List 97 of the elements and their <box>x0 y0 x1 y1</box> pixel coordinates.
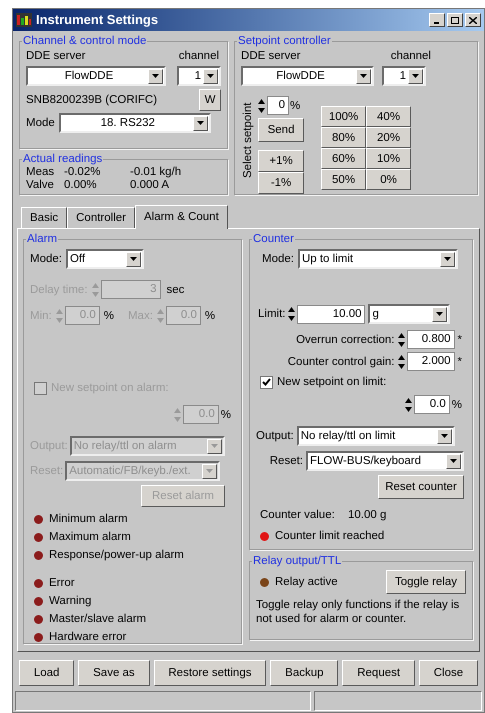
label: Output: <box>256 429 294 443</box>
label: DDE server <box>26 49 86 63</box>
label: Limit: <box>258 307 286 321</box>
checkbox[interactable] <box>260 376 273 388</box>
status-label: Minimum alarm <box>49 512 128 526</box>
close-button[interactable] <box>465 13 481 27</box>
dropdown-field[interactable]: FLOW-BUS/keyboard <box>306 451 464 471</box>
group-title: Alarm <box>26 232 58 246</box>
relay-note: Toggle relay only functions if the relay is not used for alarm or counter. <box>256 598 460 626</box>
minimize-button[interactable] <box>429 13 445 27</box>
label: % <box>104 308 114 322</box>
step-button[interactable]: -1% <box>258 172 304 194</box>
footer-button[interactable]: Request <box>342 660 415 686</box>
preset-button[interactable]: 50% <box>321 169 366 190</box>
group-title: Counter <box>252 232 295 246</box>
label: 10.00 g <box>348 508 386 522</box>
label: Mode <box>26 116 55 130</box>
label: Meas <box>26 166 56 179</box>
maximize-icon <box>451 16 459 24</box>
tab[interactable]: Controller <box>67 207 135 228</box>
setpoint-field[interactable]: 0.0 <box>414 395 450 414</box>
label: Counter control gain: <box>288 354 395 368</box>
label: Valve <box>26 179 55 192</box>
group-title: Actual readings <box>22 152 104 166</box>
label: Mode: <box>262 252 294 266</box>
preset-button[interactable]: 10% <box>366 148 412 169</box>
status-label: Maximum alarm <box>49 530 131 544</box>
preset-button[interactable]: 80% <box>321 127 366 148</box>
spin-arrows-icon[interactable] <box>398 354 405 368</box>
label: % <box>290 98 300 112</box>
dropdown-field[interactable]: No relay/ttl on limit <box>296 426 455 446</box>
footer-button[interactable]: Load <box>19 660 74 686</box>
dropdown-field[interactable]: 1 <box>382 66 426 86</box>
dropdown-field[interactable]: 18. RS232 <box>58 113 211 133</box>
gain-field[interactable]: 2.000 <box>406 352 455 371</box>
label: Reset: <box>270 454 303 468</box>
status-label: Master/slave alarm <box>49 612 146 626</box>
vertical-label: Select setpoint <box>241 101 256 180</box>
spin-arrows-icon[interactable] <box>404 398 412 412</box>
dropdown-field[interactable]: FlowDDE <box>241 66 374 86</box>
label: sec <box>166 282 184 296</box>
footer-button[interactable]: Restore settings <box>154 660 266 686</box>
setpoint-field[interactable]: 0 <box>267 96 290 115</box>
w-button[interactable]: W <box>199 89 222 111</box>
label: 0.000 A <box>130 179 170 192</box>
footer-button[interactable]: Backup <box>270 660 338 686</box>
dropdown-field[interactable]: 1 <box>177 66 222 86</box>
group-title: Setpoint controller <box>237 34 332 48</box>
label: % <box>204 308 216 322</box>
label: * <box>458 354 462 368</box>
step-button[interactable]: +1% <box>258 150 304 172</box>
preset-button[interactable]: 0% <box>366 169 412 190</box>
toggle-relay-button[interactable]: Toggle relay <box>386 570 466 594</box>
group-title: Channel & control mode <box>22 34 148 48</box>
label: % <box>220 408 231 422</box>
label: % <box>452 398 462 412</box>
label: DDE server <box>241 49 300 63</box>
window-title: Instrument Settings <box>36 13 160 27</box>
footer-button[interactable]: Save as <box>78 660 150 686</box>
spin-arrows-icon[interactable] <box>288 307 296 321</box>
dropdown-field[interactable]: Up to limit <box>298 249 458 269</box>
label: Mode: <box>30 252 62 266</box>
label: * <box>458 332 462 346</box>
checkbox-label: New setpoint on limit: <box>277 375 386 389</box>
footer-button[interactable]: Close <box>418 660 478 686</box>
tab[interactable]: Alarm & Count <box>134 205 228 229</box>
status-label: Hardware error <box>49 630 126 644</box>
app-icon <box>16 13 32 27</box>
send-button[interactable]: Send <box>258 118 304 142</box>
label: 0.00% <box>64 179 98 192</box>
spin-arrows-icon[interactable] <box>398 332 405 346</box>
preset-button[interactable]: 40% <box>366 106 412 127</box>
preset-button[interactable]: 60% <box>321 148 366 169</box>
limit-field[interactable]: 10.00 <box>297 304 366 324</box>
group-title: Relay output/TTL <box>252 554 342 568</box>
reset-counter-button[interactable]: Reset counter <box>378 475 464 499</box>
label: Overrun correction: <box>296 332 395 346</box>
status-label: Warning <box>49 594 92 608</box>
label: channel <box>390 49 431 63</box>
tab[interactable]: Basic <box>21 207 68 228</box>
status-label: Relay active <box>275 575 338 589</box>
status-label: Response/power-up alarm <box>49 548 184 562</box>
overrun-field[interactable]: 0.800 <box>406 330 455 349</box>
maximize-button[interactable] <box>447 13 463 27</box>
label: SNB8200239B (CORIFC) <box>26 93 158 107</box>
dropdown-field[interactable]: g <box>368 304 450 324</box>
close-icon <box>469 16 477 24</box>
preset-button[interactable]: 20% <box>366 127 412 148</box>
label: channel <box>178 49 220 63</box>
dropdown-field[interactable]: FlowDDE <box>26 66 166 86</box>
status-label: Counter limit reached <box>275 529 384 543</box>
label: -0.01 kg/h <box>130 166 182 179</box>
preset-button[interactable]: 100% <box>321 106 366 127</box>
status-label: Error <box>49 576 75 590</box>
label: Counter value: <box>260 508 336 522</box>
spin-arrows-icon[interactable] <box>258 98 266 112</box>
label: -0.02% <box>64 166 102 179</box>
